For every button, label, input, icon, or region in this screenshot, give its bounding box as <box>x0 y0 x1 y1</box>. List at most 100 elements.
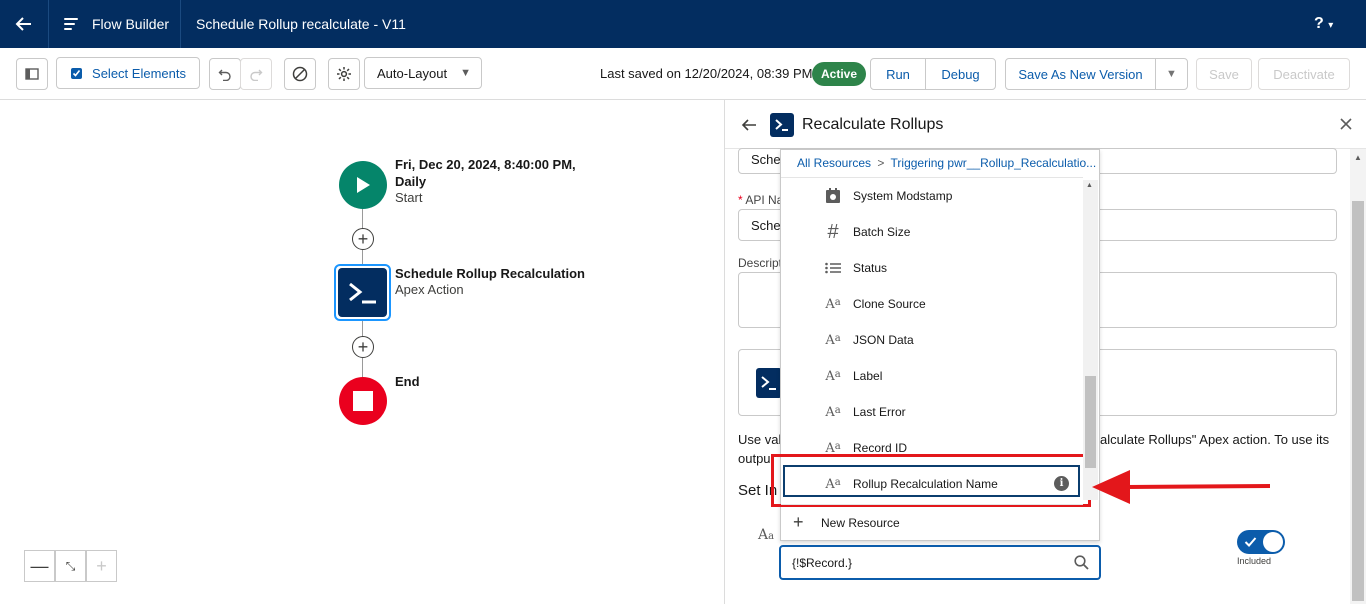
scroll-thumb[interactable] <box>1352 201 1364 601</box>
api-name-label: * API Na <box>738 193 784 207</box>
resource-item[interactable]: Aa JSON Data <box>781 322 1083 358</box>
panel-icon <box>25 68 39 80</box>
plus-icon: + <box>96 555 107 576</box>
breadcrumb-separator: > <box>877 156 885 170</box>
zoom-controls: — ⤡ + <box>24 550 117 582</box>
chevron-down-icon: ▾ <box>1328 20 1334 31</box>
breadcrumb-root[interactable]: All Resources <box>797 156 871 170</box>
back-arrow-icon <box>741 119 756 131</box>
text-icon: Aa <box>825 404 841 420</box>
layout-select[interactable]: Auto-Layout ▼ <box>364 57 482 89</box>
fit-view-button[interactable]: ⤡ <box>55 550 86 582</box>
text-icon: Aa <box>758 527 775 543</box>
save-menu-button[interactable]: ▼ <box>1155 58 1188 90</box>
info-text-left-2: outpu <box>738 451 771 466</box>
app-name: Flow Builder <box>62 0 169 48</box>
ban-icon <box>292 66 308 82</box>
run-label: Run <box>886 66 910 82</box>
resource-item-label: JSON Data <box>853 333 914 347</box>
run-button[interactable]: Run <box>870 58 926 90</box>
debug-label: Debug <box>941 66 980 82</box>
zoom-out-button[interactable]: — <box>24 550 55 582</box>
zoom-in-button[interactable]: + <box>86 550 117 582</box>
header-divider <box>48 0 49 48</box>
resource-item[interactable]: System Modstamp <box>781 178 1083 214</box>
end-node[interactable] <box>339 377 387 425</box>
connector-line <box>362 358 363 378</box>
resource-item[interactable]: Aa Rollup Recalculation Name <box>781 466 1083 502</box>
stop-icon <box>353 391 373 411</box>
apex-console-icon <box>348 282 376 303</box>
close-panel-button[interactable] <box>1339 117 1353 134</box>
debug-button[interactable]: Debug <box>925 58 996 90</box>
header-divider <box>180 0 181 48</box>
text-icon: Aa <box>825 476 841 492</box>
resource-item-label: Record ID <box>853 441 908 455</box>
resource-item-label: Rollup Recalculation Name <box>853 477 998 491</box>
apex-node-body <box>338 268 387 317</box>
errors-button[interactable] <box>284 58 316 90</box>
help-menu[interactable]: ? ▾ <box>1314 0 1333 48</box>
apex-icon <box>756 368 782 398</box>
resource-item[interactable]: # Batch Size <box>781 214 1083 250</box>
search-icon <box>1074 555 1089 573</box>
redo-icon <box>250 69 263 81</box>
resource-item-label: Batch Size <box>853 225 911 239</box>
plus-icon: + <box>357 337 369 357</box>
redo-button[interactable] <box>240 58 272 90</box>
panel-back-button[interactable] <box>741 117 757 136</box>
plus-icon: + <box>793 512 804 532</box>
number-icon: # <box>827 220 839 243</box>
last-saved-text: Last saved on 12/20/2024, 08:39 PM <box>600 66 813 81</box>
apex-action-node[interactable] <box>334 264 391 321</box>
settings-button[interactable] <box>328 58 360 90</box>
resource-item-label: Label <box>853 369 883 383</box>
resource-input-value: {!$Record.} <box>792 556 853 570</box>
start-node[interactable] <box>339 161 387 209</box>
undo-icon <box>218 69 231 81</box>
text-icon: Aa <box>825 296 841 312</box>
gear-icon <box>337 67 351 81</box>
include-toggle[interactable] <box>1237 530 1285 554</box>
check-icon <box>1244 537 1257 547</box>
chevron-down-icon: ▼ <box>460 67 471 79</box>
status-badge: Active <box>812 62 867 86</box>
breadcrumb-leaf[interactable]: Triggering pwr__Rollup_Recalculatio... <box>891 156 1097 170</box>
back-button[interactable] <box>0 0 48 48</box>
action-node-sub: Apex Action <box>395 282 464 297</box>
resource-item-label: System Modstamp <box>853 189 953 203</box>
undo-button[interactable] <box>209 58 241 90</box>
red-arrow-annotation <box>1092 470 1271 504</box>
calendar-icon <box>781 188 845 204</box>
flow-title: Schedule Rollup recalculate - V11 <box>196 16 406 32</box>
chevron-down-icon: ▼ <box>1166 68 1177 80</box>
dropdown-scroll-thumb[interactable] <box>1085 376 1096 468</box>
resource-breadcrumb: All Resources > Triggering pwr__Rollup_R… <box>797 156 1096 170</box>
resource-item[interactable]: Status <box>781 250 1083 286</box>
flow-icon <box>64 18 78 30</box>
new-resource-option[interactable]: New Resource <box>821 516 900 530</box>
panel-scrollbar[interactable]: ▲ <box>1350 149 1366 604</box>
action-node-title: Schedule Rollup Recalculation <box>395 266 585 281</box>
deactivate-button[interactable]: Deactivate <box>1258 58 1350 90</box>
panel-title: Recalculate Rollups <box>802 116 944 133</box>
layout-select-value: Auto-Layout <box>377 65 448 81</box>
deactivate-label: Deactivate <box>1273 66 1335 82</box>
resource-item[interactable]: Aa Last Error <box>781 394 1083 430</box>
save-as-new-version-button[interactable]: Save As New Version <box>1005 58 1156 90</box>
api-name-value: Sche <box>751 218 781 233</box>
back-arrow-icon <box>15 17 31 31</box>
resource-item-label: Last Error <box>853 405 906 419</box>
resource-item[interactable]: Aa Label <box>781 358 1083 394</box>
toggle-panel-button[interactable] <box>16 58 48 90</box>
play-icon <box>357 177 370 193</box>
select-elements-button[interactable]: Select Elements <box>56 57 200 89</box>
scroll-up-icon: ▲ <box>1354 153 1362 162</box>
add-element-button[interactable]: + <box>352 228 374 250</box>
save-button[interactable]: Save <box>1196 58 1252 90</box>
add-element-button[interactable]: + <box>352 336 374 358</box>
dropdown-scrollbar[interactable]: ▲ <box>1083 180 1098 500</box>
info-icon[interactable]: i <box>1054 476 1069 491</box>
info-text-right: alculate Rollups" Apex action. To use it… <box>1100 432 1330 447</box>
resource-item[interactable]: Aa Clone Source <box>781 286 1083 322</box>
